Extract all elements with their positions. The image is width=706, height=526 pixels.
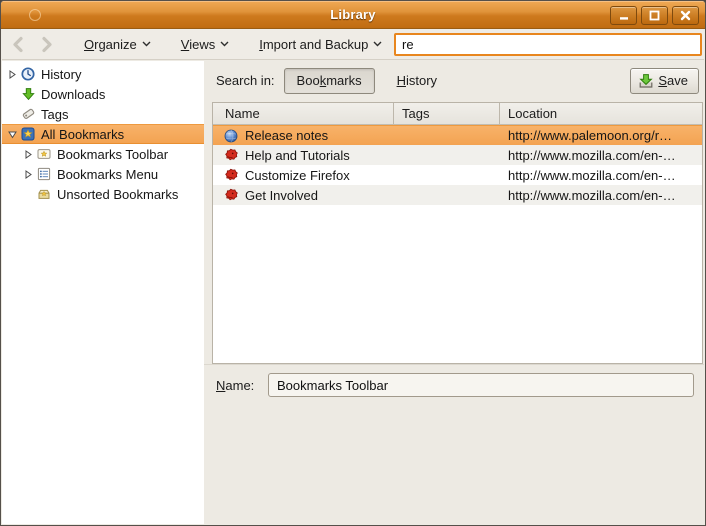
bookmark-location: http://www.palemoon.org/r…	[508, 128, 673, 143]
bookmark-location: http://www.mozilla.com/en-…	[508, 147, 676, 163]
expander-collapsed-icon[interactable]	[20, 149, 36, 159]
bookmarks-toolbar-icon	[36, 146, 52, 162]
window-title: Library	[330, 7, 376, 22]
bookmark-name: Customize Firefox	[245, 167, 350, 183]
search-input[interactable]	[394, 33, 702, 56]
sidebar-item-all-bookmarks[interactable]: All Bookmarks	[2, 124, 204, 144]
maximize-icon	[649, 10, 660, 21]
sidebar-item-label: Bookmarks Toolbar	[57, 146, 169, 162]
mozilla-icon	[223, 167, 239, 183]
sidebar-item-label: History	[41, 66, 82, 82]
close-icon	[680, 10, 691, 21]
save-button[interactable]: Save	[630, 67, 699, 94]
bookmark-name: Get Involved	[245, 187, 318, 203]
sidebar-item-bookmarks-toolbar[interactable]: Bookmarks Toolbar	[2, 144, 204, 164]
titlebar[interactable]: Library	[1, 1, 705, 29]
tags-icon	[20, 106, 36, 122]
views-menu-button[interactable]: Views	[173, 33, 237, 56]
sidebar-item-history[interactable]: History	[2, 64, 204, 84]
toolbar: Organize Views Import and Backup	[2, 29, 704, 60]
organize-label: Organize	[84, 36, 137, 52]
chevron-down-icon	[220, 41, 229, 47]
sidebar-tree: History Downloads Tags All Bookmarks Boo…	[2, 61, 204, 524]
window-menu-icon[interactable]	[29, 9, 41, 21]
sidebar-item-tags[interactable]: Tags	[2, 104, 204, 124]
bookmark-location: http://www.mozilla.com/en-…	[508, 187, 676, 203]
sidebar-item-bookmarks-menu[interactable]: Bookmarks Menu	[2, 164, 204, 184]
organize-menu-button[interactable]: Organize	[76, 33, 159, 56]
back-button[interactable]	[2, 31, 32, 57]
close-button[interactable]	[672, 6, 699, 25]
expander-expanded-icon[interactable]	[4, 130, 20, 139]
search-in-label: Search in:	[216, 73, 275, 88]
expander-collapsed-icon[interactable]	[4, 69, 20, 79]
import-backup-label: Import and Backup	[259, 36, 369, 52]
library-window: Library Organize Views Import and Backup…	[0, 0, 706, 526]
forward-button[interactable]	[32, 31, 62, 57]
bookmark-name: Help and Tutorials	[245, 147, 350, 163]
results-table: Name Tags Location Release notes http://…	[212, 102, 703, 364]
all-bookmarks-icon	[20, 126, 36, 142]
table-row[interactable]: Help and Tutorials http://www.mozilla.co…	[213, 145, 702, 165]
forward-icon	[41, 36, 52, 52]
downloads-icon	[20, 86, 36, 102]
detail-pane: Name:	[204, 364, 704, 524]
history-clock-icon	[20, 66, 36, 82]
scope-history-label: History	[396, 73, 438, 88]
save-icon	[639, 73, 653, 88]
sidebar-item-unsorted-bookmarks[interactable]: Unsorted Bookmarks	[2, 184, 204, 204]
sidebar-item-label: Tags	[41, 106, 69, 122]
save-label: Save	[658, 73, 688, 88]
name-field[interactable]	[268, 373, 694, 397]
table-header: Name Tags Location	[213, 103, 702, 125]
chevron-down-icon	[142, 41, 151, 47]
sidebar-item-label: Unsorted Bookmarks	[57, 186, 179, 202]
maximize-button[interactable]	[641, 6, 668, 25]
sidebar-item-label: All Bookmarks	[41, 126, 125, 142]
main-panel: Search in: Bookmarks History Save Name T…	[204, 61, 704, 524]
sidebar-item-label: Bookmarks Menu	[57, 166, 159, 182]
views-label: Views	[180, 36, 216, 52]
table-row[interactable]: Get Involved http://www.mozilla.com/en-…	[213, 185, 702, 205]
table-row[interactable]: Customize Firefox http://www.mozilla.com…	[213, 165, 702, 185]
minimize-button[interactable]	[610, 6, 637, 25]
globe-icon	[223, 128, 239, 144]
scope-history-button[interactable]: History	[385, 68, 449, 94]
scope-bookmarks-label: Bookmarks	[296, 73, 362, 88]
sidebar-item-downloads[interactable]: Downloads	[2, 84, 204, 104]
bookmarks-menu-icon	[36, 166, 52, 182]
back-icon	[12, 36, 23, 52]
search-scope-row: Search in: Bookmarks History Save	[212, 67, 699, 94]
mozilla-icon	[223, 187, 239, 203]
sidebar-item-label: Downloads	[41, 86, 106, 102]
column-header-name[interactable]: Name	[213, 103, 393, 124]
bookmark-name: Release notes	[245, 128, 329, 143]
content: History Downloads Tags All Bookmarks Boo…	[2, 61, 704, 524]
unsorted-bookmarks-icon	[36, 186, 52, 202]
expander-collapsed-icon[interactable]	[20, 169, 36, 179]
mozilla-icon	[223, 147, 239, 163]
name-field-label: Name:	[216, 377, 255, 393]
bookmark-location: http://www.mozilla.com/en-…	[508, 167, 676, 183]
column-header-location[interactable]: Location	[499, 103, 702, 124]
scope-bookmarks-button[interactable]: Bookmarks	[283, 67, 375, 94]
table-row[interactable]: Release notes http://www.palemoon.org/r…	[213, 125, 702, 145]
chevron-down-icon	[373, 41, 382, 47]
minimize-icon	[619, 16, 628, 20]
import-backup-menu-button[interactable]: Import and Backup	[251, 33, 390, 56]
column-header-tags[interactable]: Tags	[393, 103, 499, 124]
